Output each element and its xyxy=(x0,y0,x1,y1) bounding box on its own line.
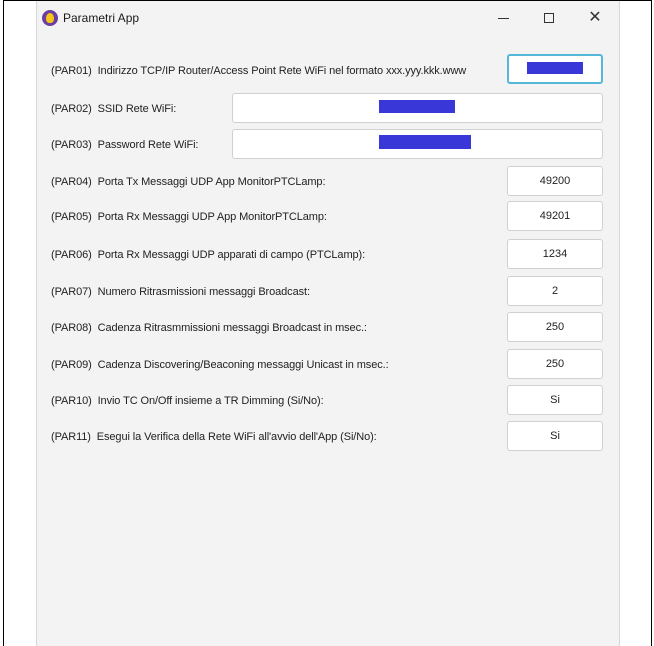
param-input-par06[interactable]: 1234 xyxy=(507,239,603,269)
param-label-par04: (PAR04) Porta Tx Messaggi UDP App Monito… xyxy=(51,176,326,188)
param-input-par01[interactable] xyxy=(507,54,603,84)
param-input-par03[interactable] xyxy=(232,129,603,159)
param-input-par04[interactable]: 49200 xyxy=(507,166,603,196)
minimize-button[interactable] xyxy=(480,3,526,33)
param-label-par08: (PAR08) Cadenza Ritrasmmissioni messaggi… xyxy=(51,322,367,334)
param-label-par09: (PAR09) Cadenza Discovering/Beaconing me… xyxy=(51,359,389,371)
app-lamp-icon xyxy=(42,10,58,26)
param-input-par07[interactable]: 2 xyxy=(507,276,603,306)
minimize-icon xyxy=(497,17,509,19)
redacted-value xyxy=(379,135,471,149)
param-input-par08[interactable]: 250 xyxy=(507,312,603,342)
param-label-par10: (PAR10) Invio TC On/Off insieme a TR Dim… xyxy=(51,395,324,407)
maximize-button[interactable] xyxy=(526,3,572,33)
param-label-par07: (PAR07) Numero Ritrasmissioni messaggi B… xyxy=(51,286,310,298)
param-input-par10[interactable]: Si xyxy=(507,385,603,415)
redacted-value xyxy=(527,62,583,74)
param-input-par11[interactable]: Si xyxy=(507,421,603,451)
app-window: Parametri App ✕ (PAR01) Indirizzo TCP/IP… xyxy=(36,1,620,646)
maximize-icon xyxy=(544,13,554,23)
param-input-par09[interactable]: 250 xyxy=(507,349,603,379)
close-icon: ✕ xyxy=(588,9,602,26)
param-label-par05: (PAR05) Porta Rx Messaggi UDP App Monito… xyxy=(51,211,327,223)
param-input-par05[interactable]: 49201 xyxy=(507,201,603,231)
param-input-par02[interactable] xyxy=(232,93,603,123)
param-label-par03: (PAR03) Password Rete WiFi: xyxy=(51,139,199,151)
param-label-par01: (PAR01) Indirizzo TCP/IP Router/Access P… xyxy=(51,65,467,77)
close-button[interactable]: ✕ xyxy=(572,3,618,33)
window-title: Parametri App xyxy=(63,11,140,25)
outer-frame-right xyxy=(651,0,652,646)
param-label-par11: (PAR11) Esegui la Verifica della Rete Wi… xyxy=(51,431,377,443)
title-bar[interactable]: Parametri App ✕ xyxy=(37,1,619,35)
param-label-par02: (PAR02) SSID Rete WiFi: xyxy=(51,103,177,115)
outer-frame-left xyxy=(3,0,4,646)
param-label-par06: (PAR06) Porta Rx Messaggi UDP apparati d… xyxy=(51,249,366,261)
redacted-value xyxy=(379,100,455,113)
